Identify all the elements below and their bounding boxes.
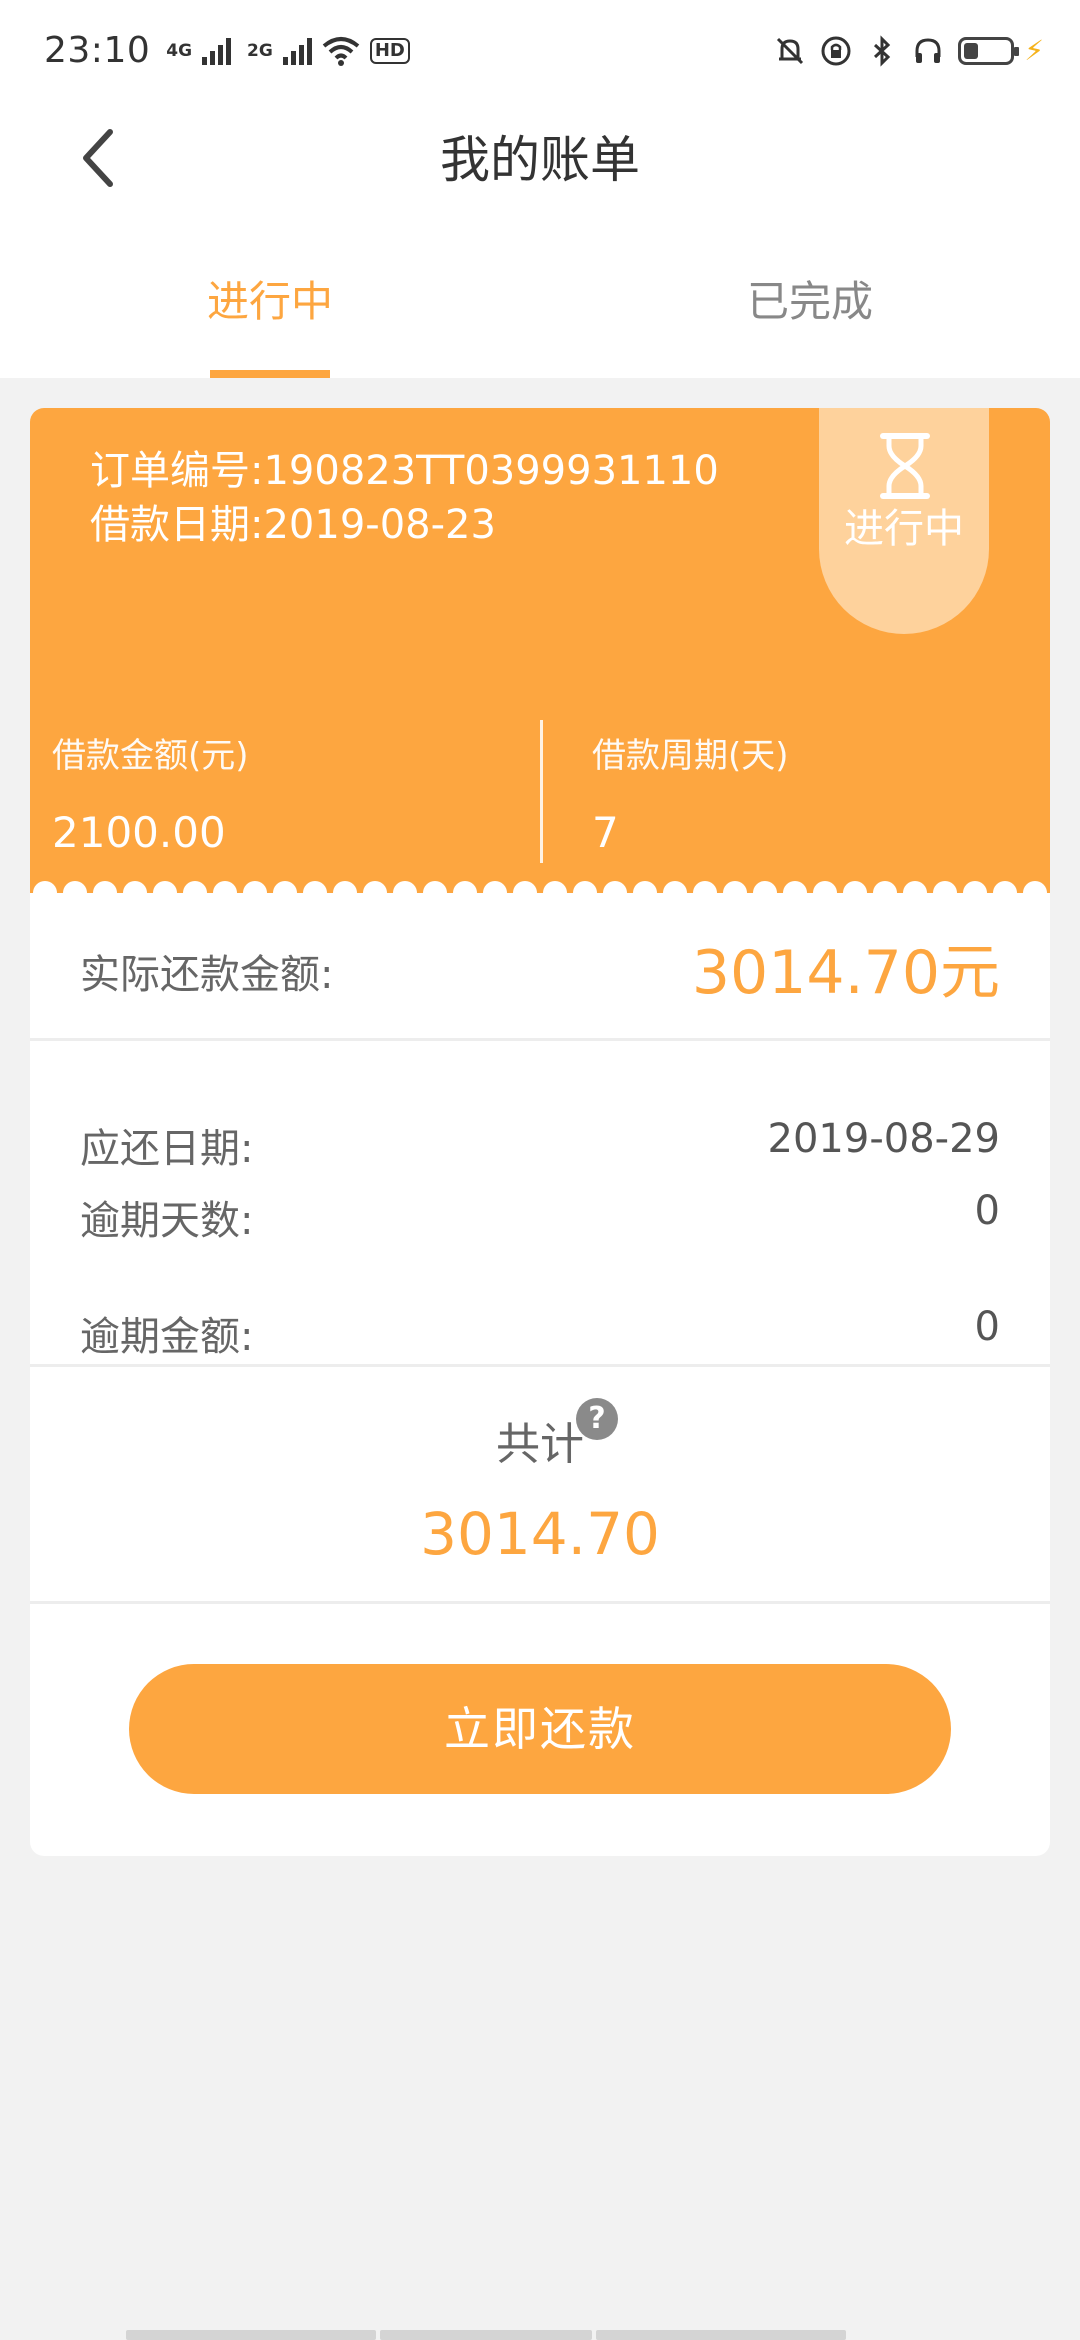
status-badge: 进行中	[819, 408, 989, 634]
help-icon[interactable]: ?	[576, 1398, 618, 1440]
due-date-label: 应还日期:	[80, 1126, 254, 1172]
bottom-nav-indicator	[126, 2330, 846, 2340]
actual-repay-label: 实际还款金额:	[80, 952, 334, 998]
headphones-icon	[915, 37, 941, 63]
charging-icon: ⚡	[1024, 34, 1044, 67]
signal-icon	[202, 37, 232, 65]
lock-rotation-icon	[821, 36, 851, 65]
hourglass-icon	[880, 433, 930, 499]
status-bar: 23:10 4G 2G HD ⚡	[0, 0, 1080, 110]
signal-icon-2	[282, 37, 312, 65]
total-label: 共计	[496, 1419, 584, 1470]
page-title: 我的账单	[440, 131, 640, 189]
column-divider	[540, 720, 543, 870]
network-label-2: 2G	[247, 40, 273, 61]
loan-date: 借款日期:2019-08-23	[90, 502, 496, 548]
due-date-value: 2019-08-29	[767, 1116, 1000, 1162]
bill-card-header: 订单编号:190823TT0399931110 借款日期:2019-08-23 …	[30, 408, 1050, 878]
battery-icon	[958, 36, 1020, 65]
tab-bar: 进行中 已完成	[0, 228, 1080, 378]
mute-bell-icon	[777, 37, 804, 64]
loan-amount-value: 2100.00	[52, 808, 226, 857]
order-number: 订单编号:190823TT0399931110	[90, 448, 719, 494]
actual-repay-value: 3014.70元	[691, 938, 1000, 1008]
wifi-icon	[322, 36, 360, 66]
status-left: 23:10 4G 2G HD	[44, 30, 410, 71]
loan-amount-label: 借款金额(元)	[52, 736, 249, 776]
divider	[30, 1601, 1050, 1604]
hd-icon: HD	[369, 37, 410, 64]
overdue-days-value: 0	[974, 1188, 1000, 1234]
status-badge-label: 进行中	[844, 506, 964, 552]
status-time: 23:10	[44, 30, 151, 71]
loan-period-label: 借款周期(天)	[592, 736, 789, 776]
bluetooth-icon	[874, 34, 891, 67]
status-right: ⚡	[774, 34, 1044, 67]
divider	[30, 1038, 1050, 1041]
tab-indicator	[210, 370, 330, 378]
overdue-amount-value: 0	[974, 1304, 1000, 1350]
tab-in-progress[interactable]: 进行中	[120, 268, 420, 329]
overdue-days-label: 逾期天数:	[80, 1198, 254, 1244]
bill-card: 订单编号:190823TT0399931110 借款日期:2019-08-23 …	[30, 408, 1050, 1856]
scallop-edge	[30, 863, 1050, 893]
tab-completed[interactable]: 已完成	[660, 268, 960, 329]
loan-period-value: 7	[592, 808, 619, 857]
total-value: 3014.70	[420, 1500, 660, 1568]
app-header: 我的账单	[0, 110, 1080, 228]
pay-now-button[interactable]: 立即还款	[129, 1664, 951, 1794]
divider	[30, 1364, 1050, 1367]
network-label-1: 4G	[166, 40, 193, 61]
overdue-amount-label: 逾期金额:	[80, 1314, 254, 1360]
